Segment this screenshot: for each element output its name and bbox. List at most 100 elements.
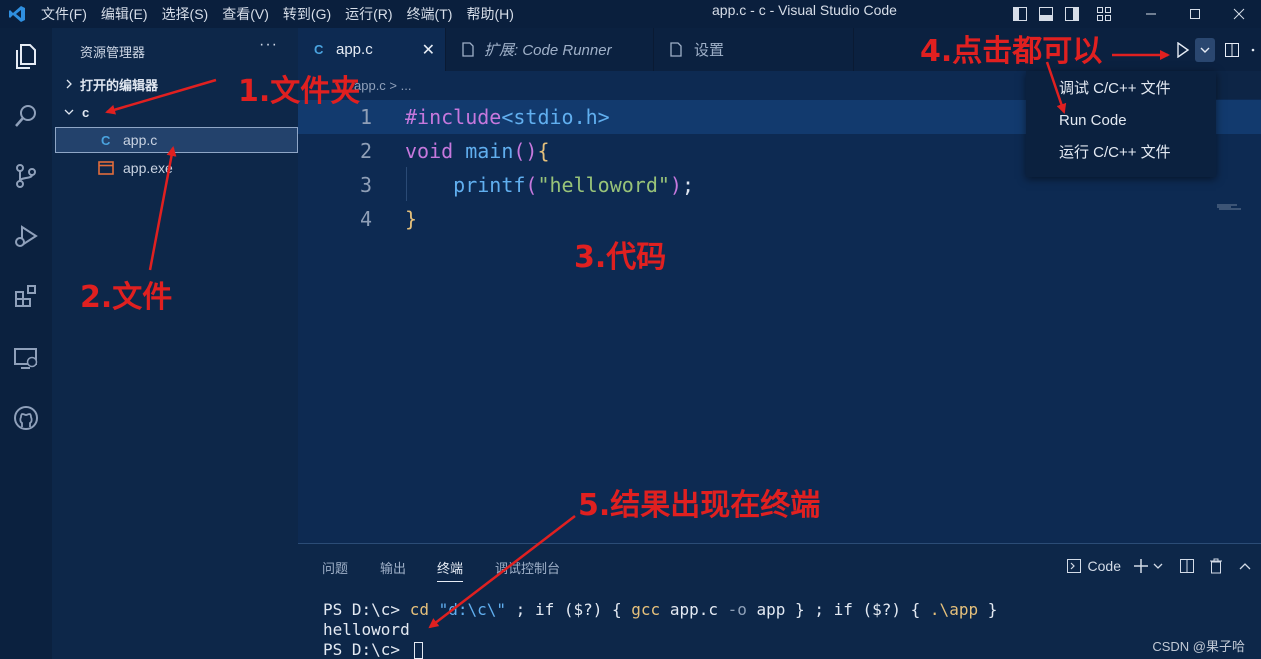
split-editor-icon[interactable] <box>1215 38 1249 62</box>
token-paren-open: ( <box>525 173 538 197</box>
file-label: app.c <box>123 132 158 148</box>
terminal-arg: "d:\c\" <box>438 600 507 619</box>
terminal-line-1: PS D:\c> cd "d:\c\" ; if ($?) { gcc app.… <box>323 600 997 620</box>
explorer-header: 资源管理器 ··· <box>52 28 298 70</box>
minimize-icon[interactable] <box>1129 3 1173 25</box>
window-title: app.c - c - Visual Studio Code <box>712 2 897 18</box>
extensions-icon[interactable] <box>8 278 44 314</box>
panel-tab-problems[interactable]: 问题 <box>322 558 348 577</box>
terminal-prompt: PS D:\c> <box>323 640 410 659</box>
token-parens: () <box>513 139 538 163</box>
menu-view[interactable]: 查看(V) <box>215 4 276 24</box>
vscode-logo-icon <box>0 0 34 28</box>
new-terminal-icon[interactable] <box>1133 558 1149 574</box>
menu-help[interactable]: 帮助(H) <box>459 4 520 24</box>
terminal-text: } <box>978 600 998 619</box>
token-semicolon: ; <box>681 173 695 197</box>
trash-icon[interactable] <box>1209 558 1223 574</box>
more-actions-icon[interactable] <box>1249 38 1261 62</box>
tab-code-runner[interactable]: 扩展: Code Runner <box>446 28 654 71</box>
chevron-right-icon <box>62 79 76 89</box>
menu-go[interactable]: 转到(G) <box>276 4 338 24</box>
line-number: 2 <box>359 139 372 163</box>
preview-file-icon <box>462 42 484 57</box>
c-file-icon: C <box>101 132 111 148</box>
terminal-cursor <box>413 642 423 659</box>
run-code-icon[interactable] <box>1171 38 1195 62</box>
token-paren-close: ) <box>669 173 682 197</box>
menu-file[interactable]: 文件(F) <box>34 4 94 24</box>
split-terminal-icon[interactable] <box>1179 558 1195 574</box>
menu-edit[interactable]: 编辑(E) <box>94 4 155 24</box>
breadcrumb: app.c > ... <box>298 71 1026 99</box>
token-printf: printf <box>453 173 526 197</box>
annotation-terminal: 5.结果出现在终端 <box>578 488 821 523</box>
remote-explorer-icon[interactable] <box>8 340 44 376</box>
terminal-icon <box>1066 558 1082 574</box>
tab-label: 扩展: Code Runner <box>484 42 612 59</box>
folder-label: c <box>82 104 90 120</box>
run-dropdown-chevron-icon[interactable] <box>1195 37 1215 62</box>
watermark: CSDN @果子哈 <box>1152 639 1245 654</box>
toggle-secondary-sidebar-icon[interactable] <box>1059 3 1085 25</box>
terminal-flag: -o <box>727 600 747 619</box>
terminal-text: app } ; if ($?) { <box>746 600 930 619</box>
panel-tab-output[interactable]: 输出 <box>380 558 406 577</box>
title-bar: 文件(F) 编辑(E) 选择(S) 查看(V) 转到(G) 运行(R) 终端(T… <box>0 0 1261 28</box>
customize-layout-icon[interactable] <box>1091 3 1117 25</box>
terminal-text: ; if ($?) { <box>506 600 632 619</box>
c-file-icon: C <box>314 42 324 57</box>
panel-tab-debug-console[interactable]: 调试控制台 <box>495 558 560 577</box>
breadcrumb-path[interactable]: app.c > ... <box>354 78 411 93</box>
source-control-icon[interactable] <box>8 158 44 194</box>
file-label: app.exe <box>123 160 173 176</box>
menu-item-run-code[interactable]: Run Code <box>1059 108 1127 134</box>
menu-item-debug-c-file[interactable]: 调试 C/C++ 文件 <box>1059 76 1171 102</box>
toggle-panel-icon[interactable] <box>1033 3 1059 25</box>
panel-tab-terminal[interactable]: 终端 <box>437 558 464 582</box>
more-actions-icon[interactable]: ··· <box>259 36 278 54</box>
maximize-icon[interactable] <box>1173 3 1217 25</box>
token-brace-open: { <box>537 139 550 163</box>
code-line-4: 4 } <box>298 202 1261 236</box>
menu-selection[interactable]: 选择(S) <box>155 4 216 24</box>
file-item-app-c[interactable]: C app.c <box>55 127 298 153</box>
terminal-text: app.c <box>660 600 728 619</box>
tab-settings[interactable]: 设置 <box>654 28 854 71</box>
menu-item-run-c-file[interactable]: 运行 C/C++ 文件 <box>1059 140 1171 166</box>
panel-actions: Code <box>1066 552 1261 580</box>
chevron-up-icon[interactable] <box>1239 562 1251 570</box>
activity-bar <box>0 28 52 659</box>
token-header: <stdio.h> <box>501 105 610 129</box>
terminal-prompt: PS D:\c> <box>323 600 410 619</box>
terminal-profile-label[interactable]: Code <box>1088 558 1121 574</box>
annotation-file: 2.文件 <box>80 280 173 315</box>
line-number: 3 <box>359 173 372 197</box>
chevron-down-icon[interactable] <box>1153 562 1163 570</box>
token-brace-close: } <box>405 207 418 231</box>
toggle-sidebar-icon[interactable] <box>1007 3 1033 25</box>
search-icon[interactable] <box>8 98 44 134</box>
open-editors-label: 打开的编辑器 <box>80 77 159 93</box>
tab-app-c[interactable]: C app.c ✕ <box>298 28 446 71</box>
file-item-app-exe[interactable]: app.exe <box>55 155 298 181</box>
tab-label: app.c <box>336 41 373 58</box>
terminal-gcc: gcc <box>631 600 661 619</box>
explorer-title: 资源管理器 <box>80 45 146 60</box>
bottom-panel: 问题 输出 终端 调试控制台 Code PS D:\c> cd "d:\c\" … <box>298 543 1261 659</box>
menu-run[interactable]: 运行(R) <box>338 4 399 24</box>
terminal-line-3[interactable]: PS D:\c> <box>323 640 423 659</box>
annotation-code: 3.代码 <box>574 240 667 275</box>
exe-file-icon <box>98 161 123 175</box>
close-window-icon[interactable] <box>1217 3 1261 25</box>
github-icon[interactable] <box>8 400 44 436</box>
run-debug-icon[interactable] <box>8 218 44 254</box>
token-include: #include <box>405 105 502 129</box>
token-void: void <box>405 139 454 163</box>
settings-file-icon <box>670 42 694 57</box>
terminal-cmd: cd <box>409 600 439 619</box>
explorer-sidebar: 资源管理器 ··· 打开的编辑器 c C app.c app.exe <box>52 28 298 659</box>
explorer-icon[interactable] <box>8 38 44 74</box>
menu-terminal[interactable]: 终端(T) <box>400 4 460 24</box>
close-tab-icon[interactable]: ✕ <box>422 40 435 60</box>
